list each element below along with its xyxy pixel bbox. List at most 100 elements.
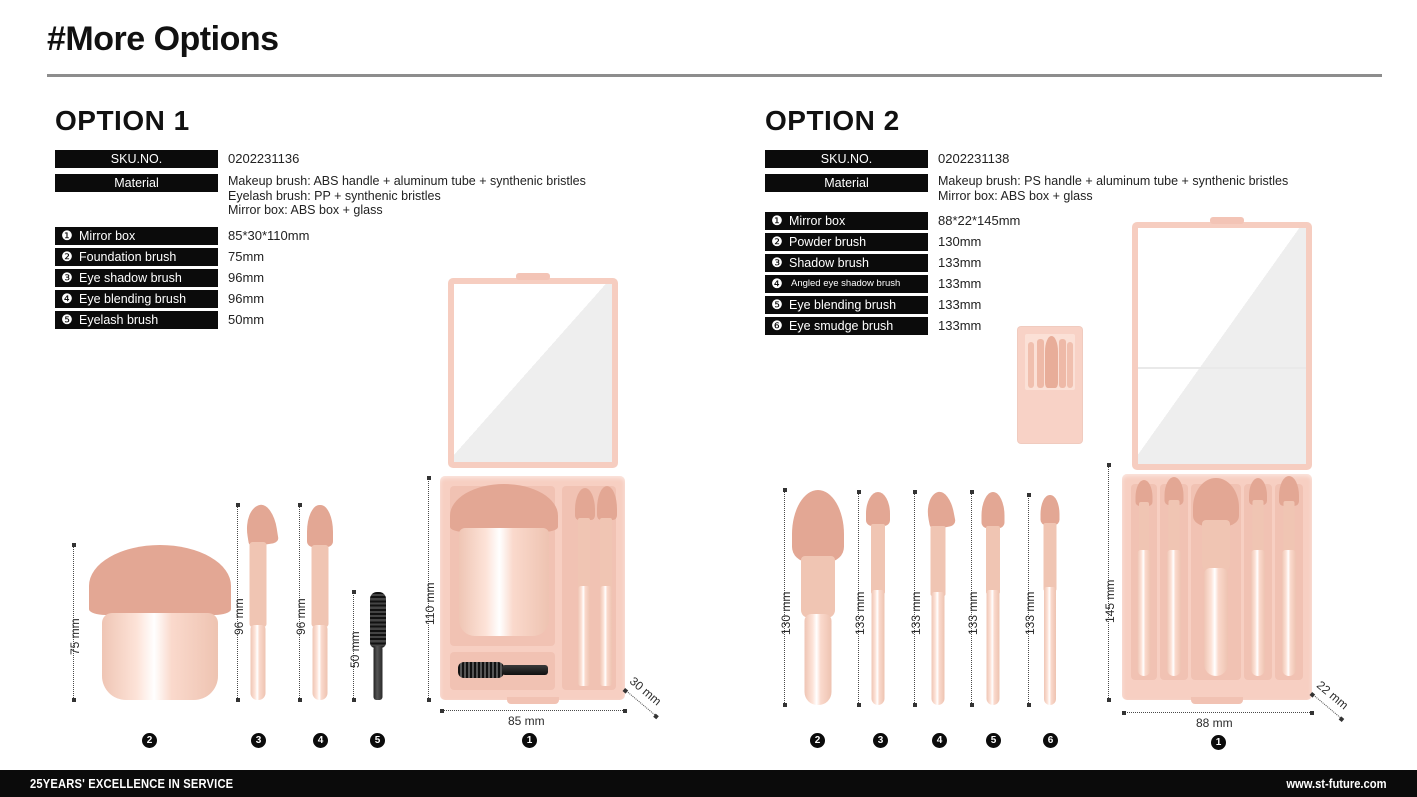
mascara-handle [502,665,548,675]
mini-brush [1067,342,1073,388]
dimension-line-vertical [297,503,302,702]
option-1-title: OPTION 1 [55,105,190,136]
tray-well-large [450,486,555,646]
brush-ferrule [578,518,590,588]
brush-handle [1167,550,1181,676]
brush-ferrule [311,545,329,627]
spec-item-size: 130mm [938,234,982,249]
index-badge-icon: ❶ [771,213,783,228]
spec-key-item: ❺ Eye blending brush [765,296,928,314]
mini-brush [1059,339,1066,388]
dimension-label: 110 mm [423,582,437,625]
spec-item-name: Eye blending brush [789,298,897,312]
brush-bristles [1279,476,1299,506]
tray-notch [1191,697,1243,704]
footer-tagline: 25YEARS' EXCELLENCE IN SERVICE [30,776,234,791]
dimension-label-depth: 22 mm [1314,678,1352,713]
figure-powder-brush [788,490,848,705]
spec-row-item: ❹ Angled eye shadow brush 133mm [765,275,1415,293]
brush-bristles [1249,478,1267,505]
tray-notch [506,697,559,704]
spec-item-size: 50mm [228,311,265,327]
dimension-label-width: 85 mm [508,714,545,728]
spec-item-size: 88*22*145mm [938,213,1021,228]
dimension-label: 96 mm [232,598,246,635]
spec-key-item: ❶ Mirror box [55,226,218,245]
brush-bristles [866,492,890,526]
figure-eye-blending-brush [300,505,340,700]
tray-well [1244,484,1272,680]
brush-ferrule [249,542,267,627]
brush-bristles [1040,495,1060,525]
spec-key-item: ❷ Foundation brush [55,247,218,266]
dimension-line-depth [1312,694,1343,720]
spec-item-size: 96mm [228,290,265,306]
tray-well [1131,484,1157,680]
dimension-label: 133 mm [909,591,923,635]
dimension-line-vertical [235,503,240,702]
figure-badge: 6 [1043,733,1058,748]
spec-key-item: ❹ Eye blending brush [55,289,218,308]
spec-key-sku: SKU.NO. [765,150,928,168]
brush-ferrule [1202,520,1230,572]
dimension-line-vertical [71,543,76,702]
index-badge-icon: ❺ [61,311,73,327]
brush-handle [986,590,1000,705]
option-1-column: OPTION 1 SKU.NO. 0202231136 Material Mak… [55,105,755,332]
mascara-spiral [458,662,504,678]
brush-handle [871,590,885,705]
figure-eye-smudge-brush [1032,495,1068,705]
header-divider [47,74,1382,77]
spec-item-size: 96mm [228,269,265,285]
spec-item-size: 133mm [938,276,982,291]
dimension-label: 133 mm [853,591,867,635]
spec-key-item: ❻ Eye smudge brush [765,317,928,335]
mini-brush-large [1045,336,1058,388]
brush-handle [250,625,266,700]
spec-key-item: ❷ Powder brush [765,233,928,251]
brush-ferrule [1168,500,1180,554]
brush-handle [1204,568,1228,676]
brush-bristles [450,484,558,532]
brush-bristles [575,488,595,520]
spec-row-item: ❻ Eye smudge brush 133mm [765,317,1415,335]
footer-website[interactable]: www.st-future.com [1287,770,1387,797]
index-badge-icon: ❸ [61,269,73,285]
dimension-label: 133 mm [966,591,980,635]
spec-key-item: ❸ Shadow brush [765,254,928,272]
brush-bristles [89,545,231,615]
dimension-label: 145 mm [1103,579,1117,623]
figure-badge: 4 [313,733,328,748]
spec-key-sku: SKU.NO. [55,150,218,168]
figure-badge: 2 [142,733,157,748]
spec-item-name: Eyelash brush [79,312,159,327]
spec-item-name: Eye blending brush [79,291,187,306]
tray-well-small [562,486,616,690]
brush-bristles [1193,478,1239,526]
spec-row-item: ❹ Eye blending brush 96mm [55,289,755,308]
dimension-line-vertical [969,490,974,707]
brush-bristles [1164,477,1184,505]
spec-item-name: Shadow brush [789,256,869,270]
tray-well [1275,484,1303,680]
index-badge-icon: ❻ [771,318,783,333]
option-1-spec-table: SKU.NO. 0202231136 Material Makeup brush… [55,150,755,329]
figure-angled-eye-shadow-brush [918,489,958,705]
dimension-label: 130 mm [779,591,793,635]
brush-handle [600,586,612,686]
index-badge-icon: ❺ [771,297,783,312]
brush-bristles [981,492,1005,528]
brush-ferrule [600,518,612,588]
brush-ferrule [871,524,885,594]
dimension-line-vertical [351,590,356,702]
figure-shadow-brush [860,492,896,705]
spec-key-item: ❺ Eyelash brush [55,310,218,329]
spec-key-item: ❶ Mirror box [765,212,928,230]
brush-ferrule [1139,502,1149,554]
mascara-handle [373,646,383,700]
figure-badge: 5 [986,733,1001,748]
index-badge-icon: ❹ [771,276,783,291]
brush-bristles [1135,480,1153,506]
index-badge-icon: ❹ [61,290,73,306]
spec-row-sku: SKU.NO. 0202231138 [765,150,1415,168]
